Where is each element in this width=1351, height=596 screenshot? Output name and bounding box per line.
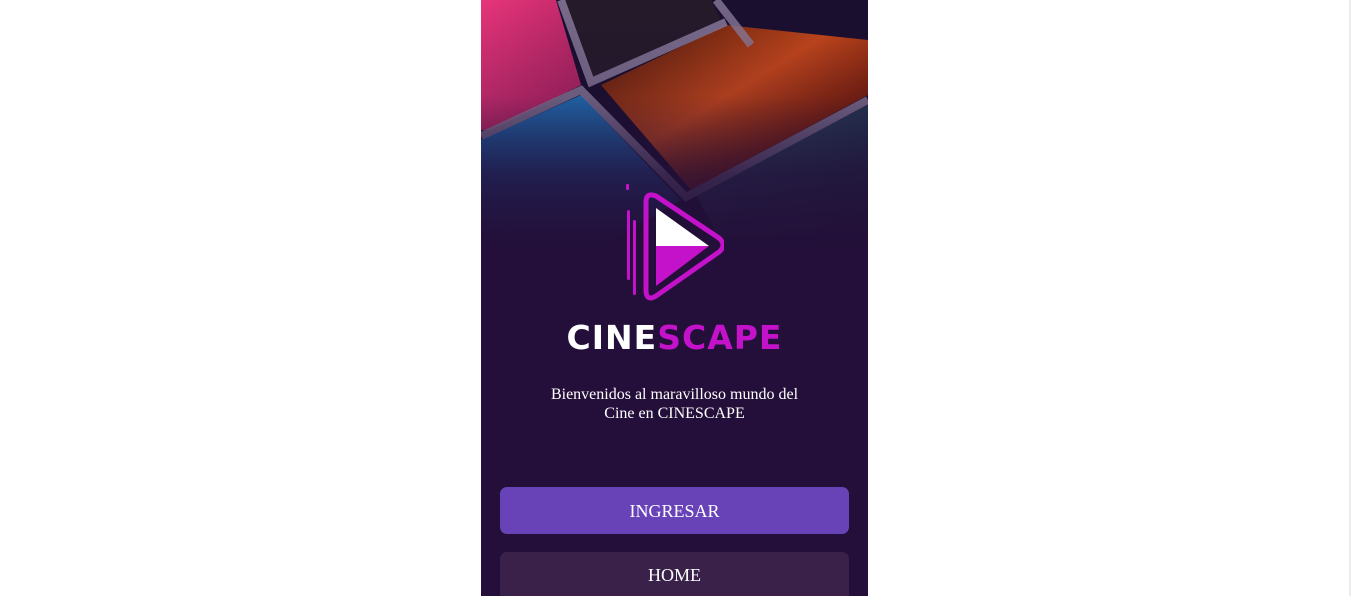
ingresar-button[interactable]: INGRESAR [500, 487, 849, 534]
home-button[interactable]: HOME [500, 552, 849, 596]
page: CINESCAPE Bienvenidos al maravilloso mun… [0, 0, 1351, 596]
welcome-screen: CINESCAPE Bienvenidos al maravilloso mun… [481, 0, 868, 596]
welcome-line-1: Bienvenidos al maravilloso mundo del [550, 386, 799, 403]
brand-name-part1: CINE [566, 318, 658, 357]
brand-wordmark: CINESCAPE [481, 318, 868, 358]
welcome-message: Bienvenidos al maravilloso mundo del Cin… [535, 385, 814, 423]
brand-name-part2: SCAPE [657, 318, 783, 357]
welcome-line-2: Cine en CINESCAPE [604, 405, 745, 422]
play-film-logo-icon [626, 184, 724, 301]
